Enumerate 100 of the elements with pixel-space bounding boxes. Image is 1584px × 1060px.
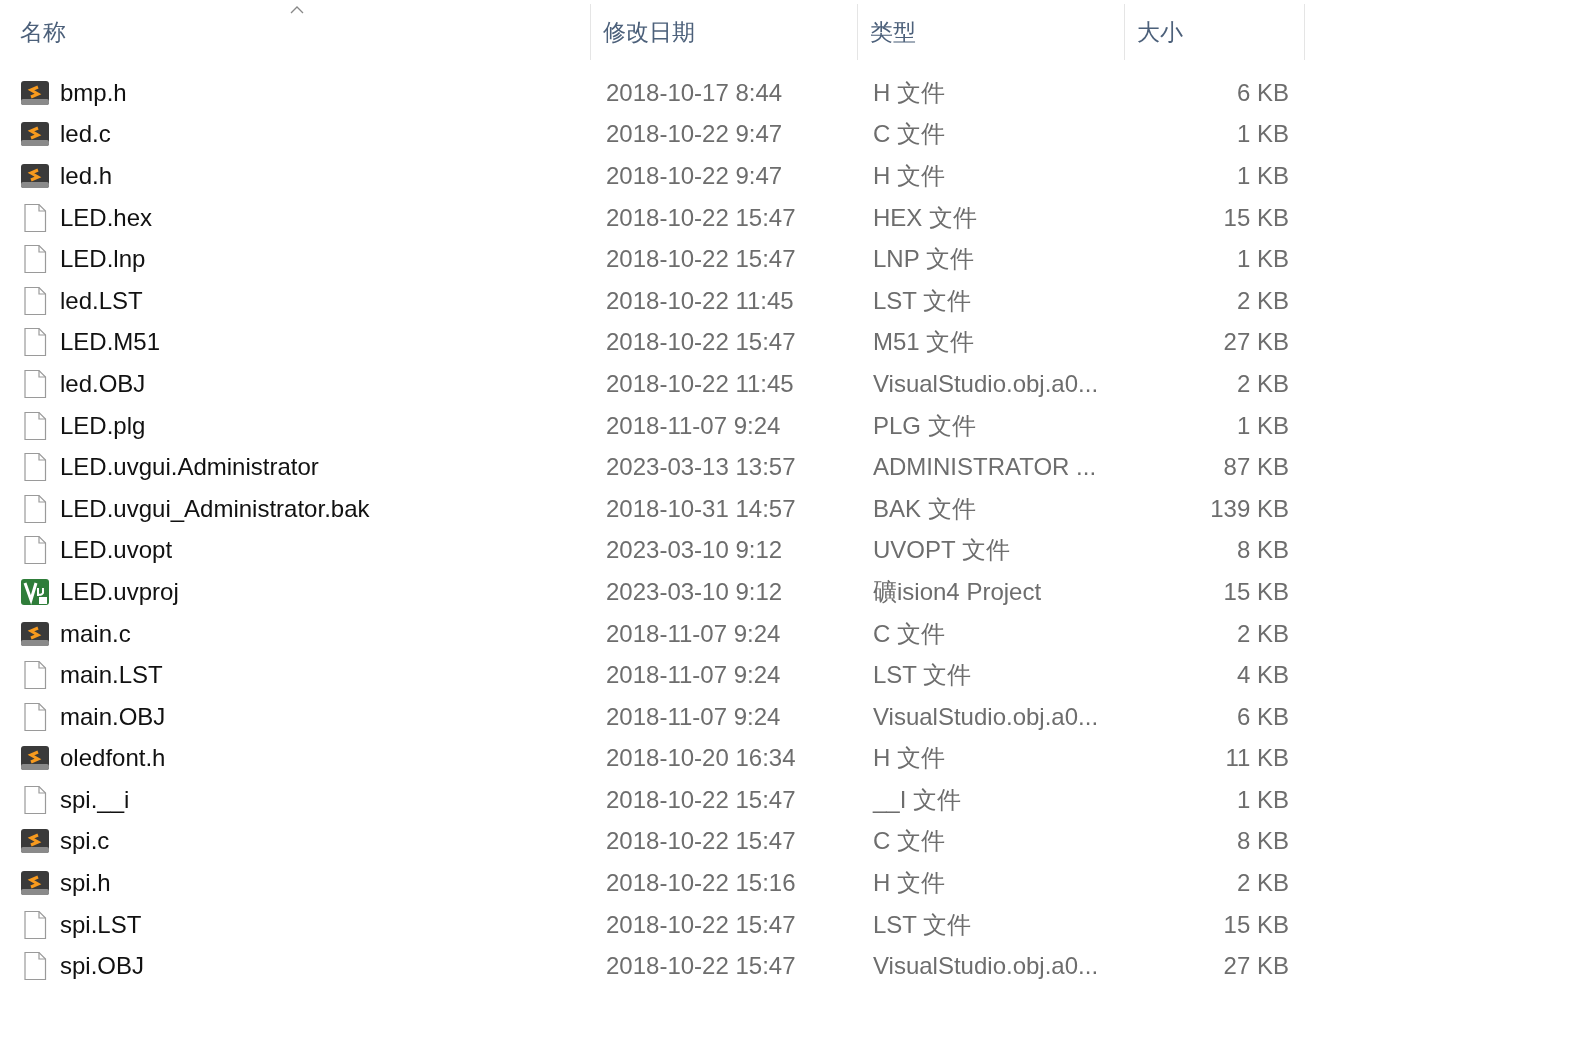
file-size: 1 KB: [1236, 162, 1290, 190]
file-name[interactable]: LED.uvgui.Administrator: [60, 453, 319, 482]
file-size: 1 KB: [1236, 785, 1290, 814]
file-size: 2 KB: [1236, 286, 1290, 315]
file-size: 87 KB: [1223, 453, 1290, 482]
file-name[interactable]: spi.__i: [60, 785, 130, 814]
file-type: M51 文件: [872, 327, 975, 358]
file-type: ADMINISTRATOR ...: [872, 453, 1097, 482]
file-name[interactable]: spi.h: [60, 869, 111, 898]
file-size: 4 KB: [1236, 661, 1290, 690]
modified-date: 2018-10-22 15:47: [605, 245, 796, 274]
file-size: 2 KB: [1236, 619, 1290, 648]
file-size: 1 KB: [1236, 120, 1290, 149]
file-size: 1 KB: [1236, 245, 1290, 274]
modified-date: 2018-10-31 14:57: [605, 494, 796, 523]
file-name[interactable]: LED.uvopt: [60, 536, 173, 565]
modified-date: 2018-10-22 15:47: [605, 827, 796, 856]
modified-date: 2018-10-22 15:47: [605, 328, 796, 357]
file-name[interactable]: oledfont.h: [60, 744, 166, 773]
file-name[interactable]: spi.LST: [60, 910, 142, 939]
file-size: 27 KB: [1223, 952, 1290, 981]
modified-date: 2018-10-17 8:44: [605, 78, 783, 107]
file-size: 11 KB: [1225, 744, 1290, 773]
sublime-file-icon: [20, 744, 50, 773]
sublime-file-icon: [20, 78, 50, 107]
modified-date: 2023-03-13 13:57: [605, 453, 796, 482]
file-size: 6 KB: [1236, 78, 1290, 107]
sublime-file-icon: [20, 162, 50, 190]
file-name[interactable]: led.OBJ: [60, 369, 146, 398]
modified-date: 2023-03-10 9:12: [605, 577, 783, 606]
file-type: C 文件: [872, 826, 945, 857]
file-size: 15 KB: [1223, 577, 1290, 606]
file-name[interactable]: led.LST: [60, 286, 143, 315]
column-header[interactable]: 类型: [870, 16, 916, 48]
file-type: C 文件: [872, 119, 945, 150]
file-size: 27 KB: [1223, 328, 1290, 357]
column-header[interactable]: 修改日期: [603, 16, 695, 48]
file-name[interactable]: bmp.h: [60, 78, 127, 107]
file-name[interactable]: spi.OBJ: [60, 952, 145, 981]
modified-date: 2018-10-22 15:47: [605, 203, 796, 232]
file-type: PLG 文件: [872, 410, 976, 441]
modified-date: 2018-10-22 11:45: [605, 369, 794, 398]
file-size: 8 KB: [1236, 536, 1290, 565]
sublime-file-icon: [20, 869, 50, 898]
file-name[interactable]: led.h: [60, 162, 113, 190]
file-name[interactable]: LED.plg: [60, 411, 146, 440]
file-name[interactable]: LED.lnp: [60, 245, 146, 274]
file-type: H 文件: [872, 77, 945, 108]
file-name[interactable]: led.c: [60, 120, 111, 149]
file-size: 8 KB: [1236, 827, 1290, 856]
modified-date: 2018-10-22 15:47: [605, 952, 796, 981]
sublime-file-icon: [20, 120, 50, 149]
keil-project-icon: [20, 577, 50, 606]
sublime-file-icon: [20, 827, 50, 856]
file-size: 2 KB: [1236, 369, 1290, 398]
file-type: VisualStudio.obj.a0...: [872, 702, 1099, 731]
modified-date: 2023-03-10 9:12: [605, 536, 783, 565]
modified-date: 2018-10-22 15:16: [605, 869, 796, 898]
file-size: 139 KB: [1210, 494, 1290, 523]
sublime-file-icon: [20, 619, 50, 648]
file-type: H 文件: [872, 868, 945, 899]
sort-chevron-icon[interactable]: [290, 6, 304, 14]
column-header[interactable]: 大小: [1137, 16, 1183, 48]
file-type: VisualStudio.obj.a0...: [872, 369, 1099, 398]
modified-date: 2018-10-22 9:47: [605, 120, 783, 149]
modified-date: 2018-11-07 9:24: [605, 702, 781, 731]
modified-date: 2018-10-22 15:47: [605, 785, 796, 814]
file-type: HEX 文件: [872, 202, 977, 233]
file-size: 2 KB: [1236, 869, 1290, 898]
modified-date: 2018-11-07 9:24: [605, 661, 781, 690]
file-name[interactable]: LED.M51: [60, 328, 161, 357]
file-size: 15 KB: [1223, 910, 1290, 939]
file-name[interactable]: spi.c: [60, 827, 110, 856]
file-type: 礦ision4 Project: [872, 576, 1042, 607]
file-size: 6 KB: [1236, 702, 1290, 731]
file-size: 1 KB: [1236, 411, 1290, 440]
modified-date: 2018-10-22 11:45: [605, 286, 794, 315]
modified-date: 2018-10-20 16:34: [605, 744, 796, 773]
file-type: LST 文件: [872, 660, 972, 691]
column-header[interactable]: 名称: [20, 16, 66, 48]
file-type: C 文件: [872, 618, 945, 649]
file-type: BAK 文件: [872, 493, 976, 524]
file-type: LST 文件: [872, 909, 972, 940]
file-type: H 文件: [872, 743, 945, 774]
file-type: LST 文件: [872, 285, 972, 316]
file-type: LNP 文件: [872, 244, 974, 275]
modified-date: 2018-10-22 15:47: [605, 910, 796, 939]
file-type: __I 文件: [871, 784, 962, 815]
file-type: VisualStudio.obj.a0...: [872, 952, 1099, 981]
file-name[interactable]: LED.uvproj: [60, 577, 179, 606]
file-size: 15 KB: [1223, 203, 1290, 232]
file-name[interactable]: LED.hex: [60, 203, 153, 232]
file-name[interactable]: main.OBJ: [60, 702, 166, 731]
file-name[interactable]: main.LST: [60, 661, 163, 690]
modified-date: 2018-11-07 9:24: [605, 411, 781, 440]
file-name[interactable]: main.c: [60, 619, 131, 648]
modified-date: 2018-11-07 9:24: [605, 619, 781, 648]
file-type: H 文件: [872, 161, 945, 191]
file-name[interactable]: LED.uvgui_Administrator.bak: [60, 494, 370, 523]
modified-date: 2018-10-22 9:47: [605, 162, 783, 190]
